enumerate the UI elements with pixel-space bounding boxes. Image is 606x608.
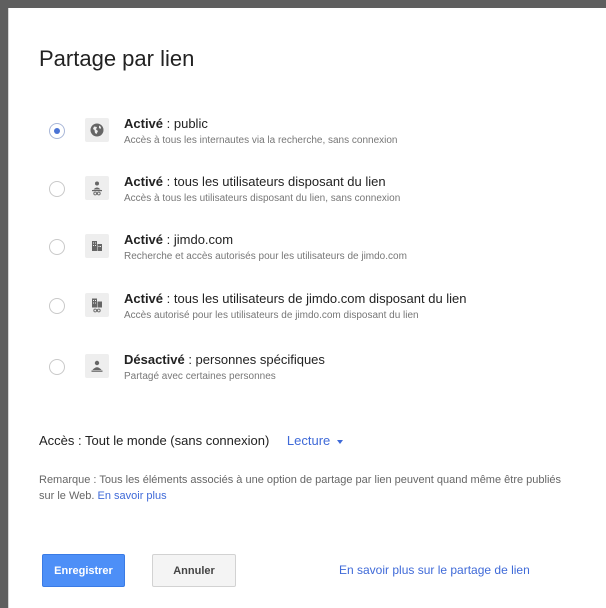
access-label: Accès : [39,433,82,448]
option-text: : personnes spécifiques [184,352,325,367]
radio-public[interactable] [49,123,65,139]
option-status: Activé [124,232,164,247]
option-domain-label: Activé : jimdo.com [124,232,233,247]
option-status: Désactivé [124,352,185,367]
option-domain-with-link-description: Accès autorisé pour les utilisateurs de … [124,310,419,321]
access-row: Accès : Tout le monde (sans connexion) L… [39,433,344,448]
radio-domain[interactable] [49,239,65,255]
option-public-label: Activé : public [124,116,208,131]
option-domain-with-link-label: Activé : tous les utilisateurs de jimdo.… [124,291,467,306]
link-sharing-help-link[interactable]: En savoir plus sur le partage de lien [339,563,530,577]
option-domain[interactable]: Activé : jimdo.com Recherche et accès au… [39,232,579,276]
person-link-icon [85,176,109,200]
access-value: Tout le monde (sans connexion) [85,433,270,448]
option-anyone-with-link[interactable]: Activé : tous les utilisateurs disposant… [39,174,579,218]
person-lock-icon [85,354,109,378]
cancel-button[interactable]: Annuler [152,554,236,587]
globe-icon [85,118,109,142]
option-domain-description: Recherche et accès autorisés pour les ut… [124,251,407,262]
option-specific-people-description: Partagé avec certaines personnes [124,371,276,382]
option-anyone-with-link-label: Activé : tous les utilisateurs disposant… [124,174,386,189]
option-text: : tous les utilisateurs disposant du lie… [163,174,386,189]
radio-anyone-with-link[interactable] [49,181,65,197]
access-level-value: Lecture [286,433,331,448]
dialog-title: Partage par lien [39,46,195,71]
radio-specific-people[interactable] [49,359,65,375]
learn-more-link[interactable]: En savoir plus [98,490,167,502]
building-link-icon [85,293,109,317]
save-button[interactable]: Enregistrer [42,554,125,587]
option-text: : tous les utilisateurs de jimdo.com dis… [163,291,467,306]
option-text: : jimdo.com [163,232,234,247]
option-status: Activé [124,174,164,189]
option-domain-with-link[interactable]: Activé : tous les utilisateurs de jimdo.… [39,291,579,335]
option-status: Activé [124,291,164,306]
option-public-description: Accès à tous les internautes via la rech… [124,135,398,146]
building-icon [85,234,109,258]
option-anyone-with-link-description: Accès à tous les utilisateurs disposant … [124,193,401,204]
radio-domain-with-link[interactable] [49,298,65,314]
access-level-dropdown[interactable]: Lecture [286,433,344,448]
note-text: Remarque : Tous les éléments associés à … [39,472,579,504]
option-public[interactable]: Activé : public Accès à tous les interna… [39,116,579,160]
option-specific-people[interactable]: Désactivé : personnes spécifiques Partag… [39,352,579,396]
option-status: Activé [124,116,164,131]
option-text: : public [163,116,208,131]
option-specific-people-label: Désactivé : personnes spécifiques [124,352,325,367]
caret-down-icon [337,439,344,444]
link-sharing-dialog: Partage par lien Activé : public Accès à… [8,8,606,608]
